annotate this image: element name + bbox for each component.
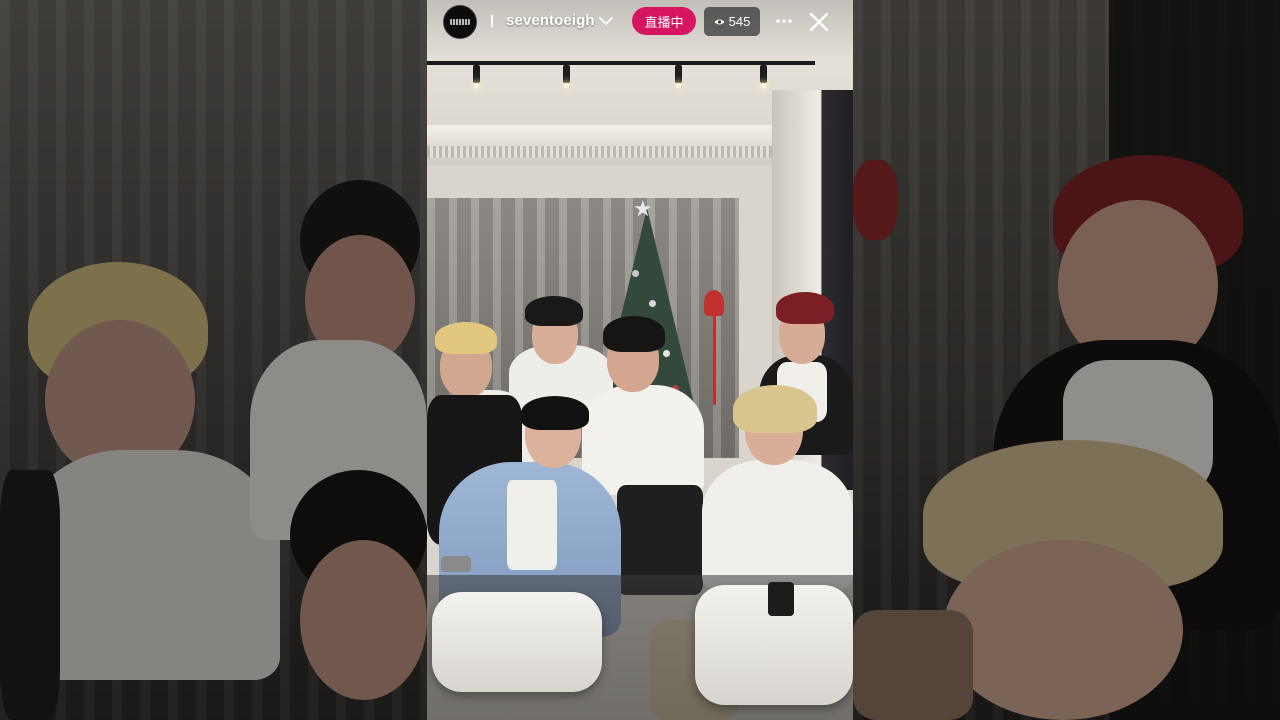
live-stream-screen: ★ seventoeigh 直播中 545 [0,0,1280,720]
live-status-badge: 直播中 [632,7,696,35]
blurred-backdrop-right [853,0,1280,720]
more-options-button[interactable] [771,10,797,34]
chevron-down-icon[interactable] [598,13,614,29]
viewer-count: 545 [728,14,751,29]
eye-icon [714,18,725,25]
username-label[interactable]: seventoeigh [506,12,595,29]
close-icon[interactable] [807,10,831,34]
more-horizontal-icon [776,19,792,23]
username-prefix [491,15,493,27]
brand-logo-icon [450,19,470,25]
live-status-label: 直播中 [644,15,684,31]
viewer-count-badge[interactable]: 545 [704,7,760,36]
profile-avatar[interactable] [443,5,477,39]
blurred-backdrop-left [0,0,427,720]
live-video[interactable]: ★ [427,0,853,720]
live-header: seventoeigh 直播中 545 [427,0,853,44]
